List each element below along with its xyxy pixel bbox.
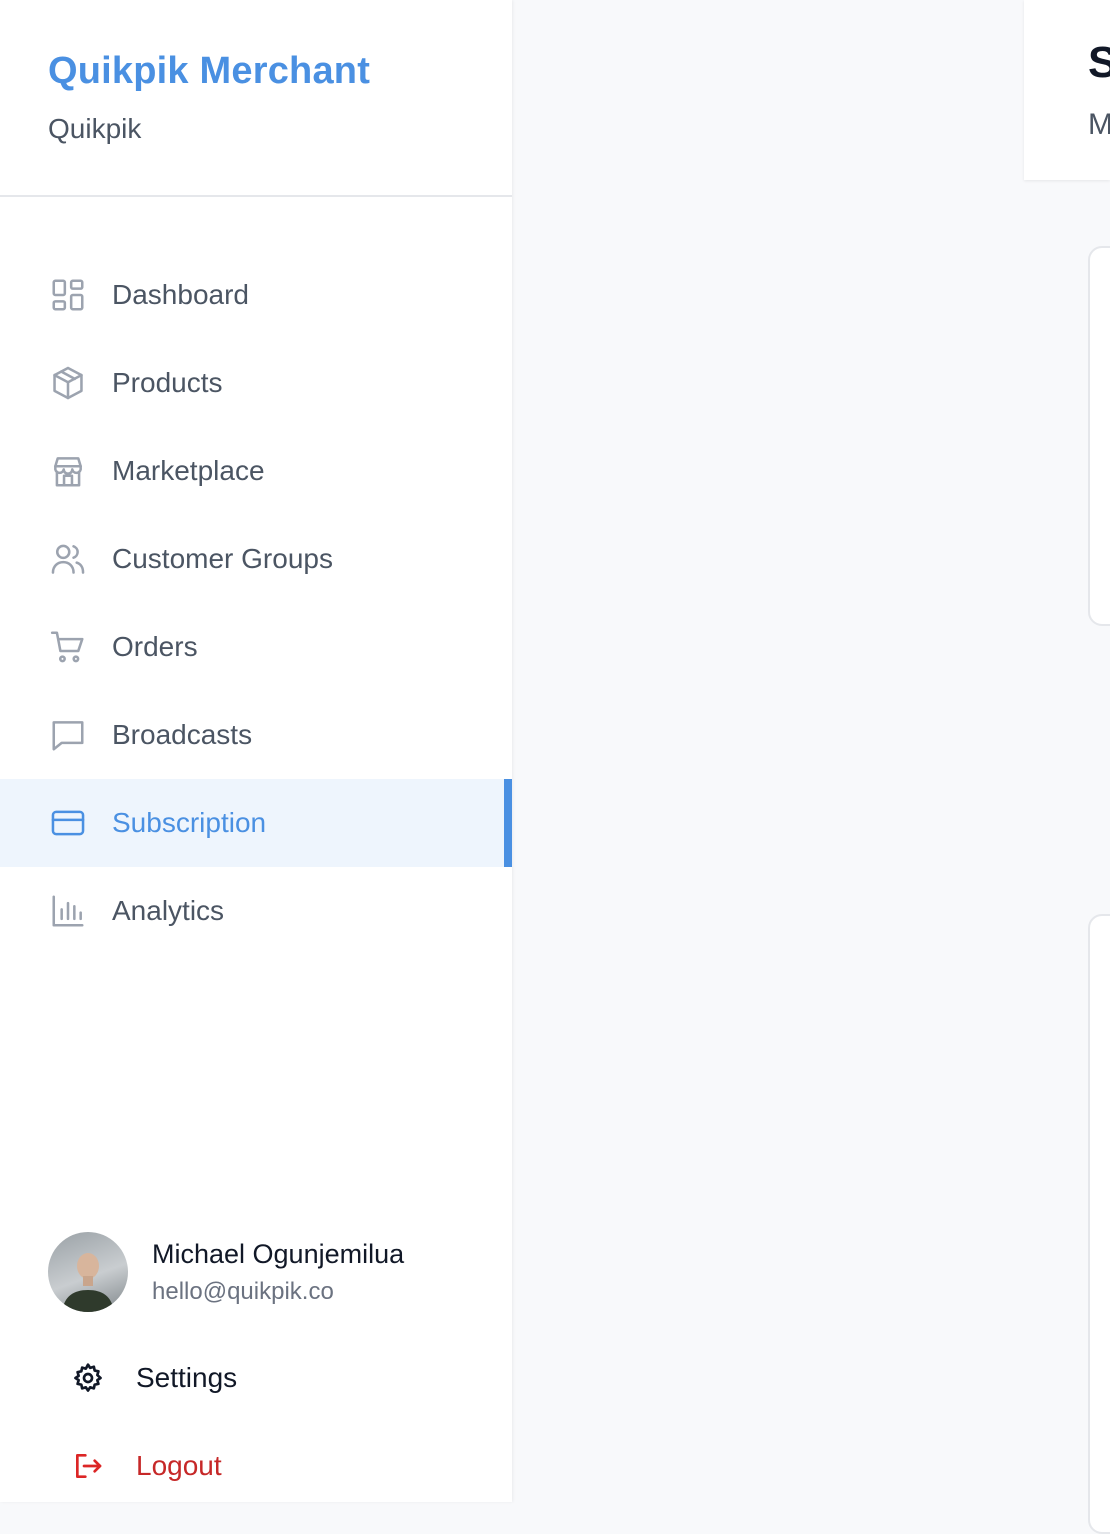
user-name: Michael Ogunjemilua [152, 1238, 405, 1269]
box-icon [48, 363, 88, 403]
sidebar-item-products[interactable]: Products [0, 339, 512, 427]
credit-card-icon [48, 803, 88, 843]
sidebar-item-label: Dashboard [112, 279, 249, 310]
content-card [1088, 246, 1110, 626]
users-icon [48, 539, 88, 579]
sidebar-item-broadcasts[interactable]: Broadcasts [0, 691, 512, 779]
sidebar-item-label: Marketplace [112, 455, 265, 486]
sidebar-item-subscription[interactable]: Subscription [0, 779, 512, 867]
user-profile[interactable]: Michael Ogunjemilua hello@quikpik.co [48, 1232, 404, 1312]
sidebar-item-customer-groups[interactable]: Customer Groups [0, 515, 512, 603]
sidebar-item-label: Customer Groups [112, 543, 333, 574]
avatar [48, 1232, 128, 1312]
message-icon [48, 715, 88, 755]
settings-button[interactable]: Settings [72, 1362, 237, 1394]
logout-button[interactable]: Logout [72, 1450, 222, 1482]
user-email: hello@quikpik.co [152, 1277, 334, 1305]
page-title: S [1088, 38, 1110, 87]
logout-label: Logout [136, 1450, 222, 1481]
page-subtitle: M [1088, 108, 1110, 141]
cart-icon [48, 627, 88, 667]
store-icon [48, 451, 88, 491]
settings-label: Settings [136, 1362, 238, 1393]
gear-icon [74, 1363, 102, 1392]
sidebar-item-label: Broadcasts [112, 719, 253, 750]
logout-icon [76, 1454, 102, 1478]
sidebar-item-label: Subscription [112, 807, 267, 838]
sidebar-item-label: Orders [112, 631, 198, 662]
dashboard-icon [48, 275, 88, 315]
page-header: S M [1024, 0, 1110, 180]
sidebar-item-orders[interactable]: Orders [0, 603, 512, 691]
brand-subtitle: Quikpik [48, 113, 142, 144]
sidebar-item-marketplace[interactable]: Marketplace [0, 427, 512, 515]
sidebar-item-label: Products [112, 367, 223, 398]
sidebar-item-analytics[interactable]: Analytics [0, 867, 512, 955]
sidebar-nav: Dashboard Products Marketplace Customer … [0, 197, 512, 955]
sidebar-item-dashboard[interactable]: Dashboard [0, 251, 512, 339]
sidebar-item-label: Analytics [112, 895, 225, 926]
brand-header: Quikpik Merchant Quikpik [0, 0, 512, 197]
bar-chart-icon [48, 891, 88, 931]
content-card [1088, 914, 1110, 1534]
brand-title[interactable]: Quikpik Merchant [48, 50, 512, 93]
sidebar: Quikpik Merchant Quikpik Dashboard Produ… [0, 0, 512, 1502]
